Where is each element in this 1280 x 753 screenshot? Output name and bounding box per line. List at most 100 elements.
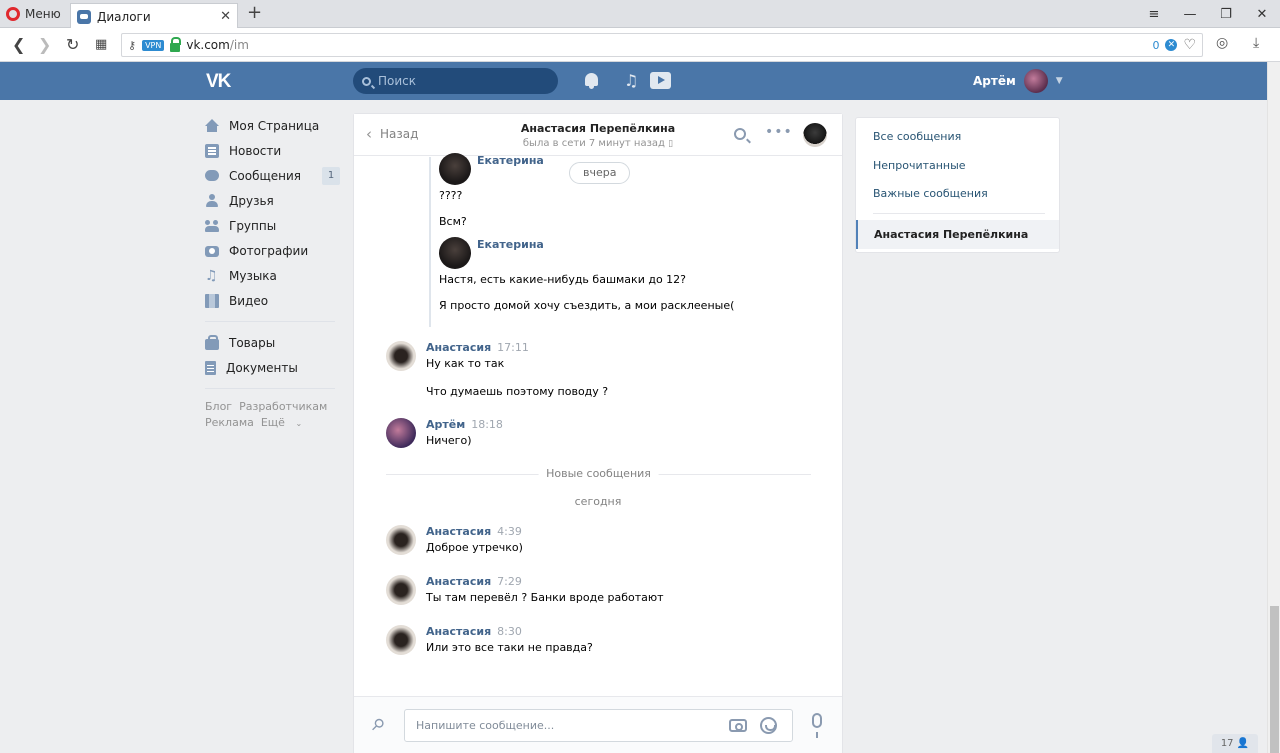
filter-active-dialog[interactable]: Анастасия Перепёлкина (856, 220, 1059, 249)
message-text: Всм? (439, 215, 467, 228)
download-icon[interactable]: ⤓ (1253, 35, 1259, 51)
message-time: 18:18 (471, 418, 503, 431)
message-text: Что думаешь поэтому поводу ? (426, 385, 609, 398)
peer-avatar[interactable] (803, 123, 827, 147)
tab-title: Диалоги (97, 9, 151, 24)
groups-icon (205, 219, 219, 233)
video-icon (205, 293, 219, 308)
author-avatar[interactable] (439, 237, 471, 269)
chat-panel: ‹ Назад Анастасия Перепёлкина была в сет… (353, 113, 843, 753)
emoji-smile-icon[interactable] (760, 717, 777, 734)
sidebar-item-groups[interactable]: Группы (205, 213, 340, 238)
window-controls: ≡ — ❐ ✕ (1136, 0, 1280, 28)
sidebar-item-my-page[interactable]: Моя Страница (205, 113, 340, 138)
tab-menu-icon[interactable]: ≡ (1136, 7, 1172, 22)
message-time: 17:11 (497, 341, 529, 354)
footer-link-more[interactable]: Ещё ⌄ (261, 416, 309, 429)
filter-all-messages[interactable]: Все сообщения (873, 130, 961, 143)
lock-icon[interactable] (170, 36, 182, 52)
sidebar-item-documents[interactable]: Документы (205, 355, 340, 380)
message-author[interactable]: Анастасия (426, 625, 491, 638)
dialog-filters: Все сообщения Непрочитанные Важные сообщ… (855, 117, 1060, 253)
friends-icon (205, 193, 219, 208)
user-avatar (1023, 69, 1048, 93)
author-avatar[interactable] (386, 575, 416, 605)
tab-close-icon[interactable]: ✕ (220, 9, 231, 24)
url-host: vk.com (186, 38, 230, 52)
speed-dial-icon[interactable]: ▦ (95, 35, 107, 55)
new-tab-button[interactable]: + (247, 3, 262, 23)
restore-icon[interactable]: ❐ (1208, 7, 1244, 22)
online-friends-counter[interactable]: 17 👤 (1212, 734, 1258, 753)
footer-link-blog[interactable]: Блог (205, 400, 232, 413)
adblock-icon[interactable]: ✕ (1165, 39, 1178, 51)
attach-paperclip-icon[interactable]: ⚲ (367, 714, 389, 736)
sidebar-item-friends[interactable]: Друзья (205, 188, 340, 213)
forwarded-author[interactable]: Екатерина (477, 238, 544, 251)
message-author[interactable]: Артём (426, 418, 465, 431)
sidebar-item-market[interactable]: Товары (205, 330, 340, 355)
notifications-bell-icon[interactable] (585, 73, 598, 89)
adblock-count: 0 (1152, 38, 1160, 52)
url-path: /im (229, 38, 249, 52)
vk-logo[interactable]: VK (206, 71, 231, 93)
search-icon[interactable] (734, 128, 746, 140)
scrollbar-thumb[interactable] (1270, 606, 1279, 753)
search-field[interactable]: Поиск (353, 68, 558, 94)
sidebar-item-messages[interactable]: Сообщения 1 (205, 163, 340, 188)
sidebar-item-label: Новости (229, 143, 282, 158)
sidebar-item-music[interactable]: ♫ Музыка (205, 263, 340, 288)
message-text: Настя, есть какие-нибудь башмаки до 12? (439, 273, 687, 286)
author-avatar[interactable] (386, 341, 416, 371)
author-avatar[interactable] (386, 418, 416, 448)
sidebar-footer-links: Блог Разработчикам Реклама Ещё ⌄ (205, 399, 340, 432)
vk-header: VK Поиск ♫ Артём ▼ (0, 62, 1267, 100)
browser-tab[interactable]: Диалоги ✕ (70, 3, 238, 29)
filter-divider (873, 213, 1045, 214)
bookmark-heart-icon[interactable]: ♡ (1183, 37, 1196, 53)
filter-unread[interactable]: Непрочитанные (873, 159, 966, 172)
reload-icon[interactable]: ↻ (66, 35, 79, 55)
page-scrollbar[interactable] (1267, 62, 1280, 753)
opera-menu-button[interactable]: Меню (6, 5, 61, 23)
opera-logo-icon (6, 7, 20, 21)
author-avatar[interactable] (386, 625, 416, 655)
music-player-icon[interactable]: ♫ (624, 71, 638, 91)
user-menu[interactable]: Артём ▼ (973, 69, 1063, 93)
browser-address-bar: ❮ ❯ ↻ ▦ ⚷ VPN vk.com/im 0 ✕ ♡ ◎ ⤓ (0, 28, 1280, 62)
more-actions-icon[interactable]: ••• (765, 124, 793, 140)
message-author[interactable]: Анастасия (426, 525, 491, 538)
footer-link-ads[interactable]: Реклама (205, 416, 254, 429)
key-icon[interactable]: ⚷ (128, 39, 136, 52)
forward-arrow-icon[interactable]: ❯ (38, 35, 51, 55)
search-icon (362, 76, 371, 86)
author-avatar[interactable] (439, 153, 471, 185)
camera-icon[interactable] (729, 719, 747, 732)
forwarded-item: Екатерина Настя, есть какие-нибудь башма… (439, 237, 829, 327)
filter-important[interactable]: Важные сообщения (873, 187, 988, 200)
back-arrow-icon[interactable]: ❮ (12, 35, 25, 55)
microphone-icon[interactable] (812, 713, 822, 738)
unread-count-badge: 1 (322, 167, 340, 185)
sidebar-item-video[interactable]: Видео (205, 288, 340, 313)
url-field[interactable]: ⚷ VPN vk.com/im 0 ✕ ♡ (121, 33, 1203, 57)
message-author[interactable]: Анастасия (426, 341, 491, 354)
window-close-icon[interactable]: ✕ (1244, 7, 1280, 22)
video-play-icon[interactable] (650, 72, 671, 89)
peer-status-text: была в сети 7 минут назад (522, 138, 665, 149)
message-author[interactable]: Анастасия (426, 575, 491, 588)
message-time: 8:30 (497, 625, 522, 638)
vpn-badge[interactable]: VPN (142, 39, 165, 51)
minimize-icon[interactable]: — (1172, 7, 1208, 22)
snapshot-icon[interactable]: ◎ (1216, 35, 1228, 51)
sidebar-divider (205, 388, 335, 389)
sidebar-item-news[interactable]: Новости (205, 138, 340, 163)
sidebar-item-photos[interactable]: Фотографии (205, 238, 340, 263)
author-avatar[interactable] (386, 525, 416, 555)
footer-link-developers[interactable]: Разработчикам (239, 400, 327, 413)
forwarded-author[interactable]: Екатерина (477, 154, 544, 167)
new-messages-divider: Новые сообщения (386, 467, 811, 481)
home-icon (205, 119, 219, 132)
music-icon: ♫ (205, 267, 218, 284)
message-composer: ⚲ (354, 696, 842, 753)
